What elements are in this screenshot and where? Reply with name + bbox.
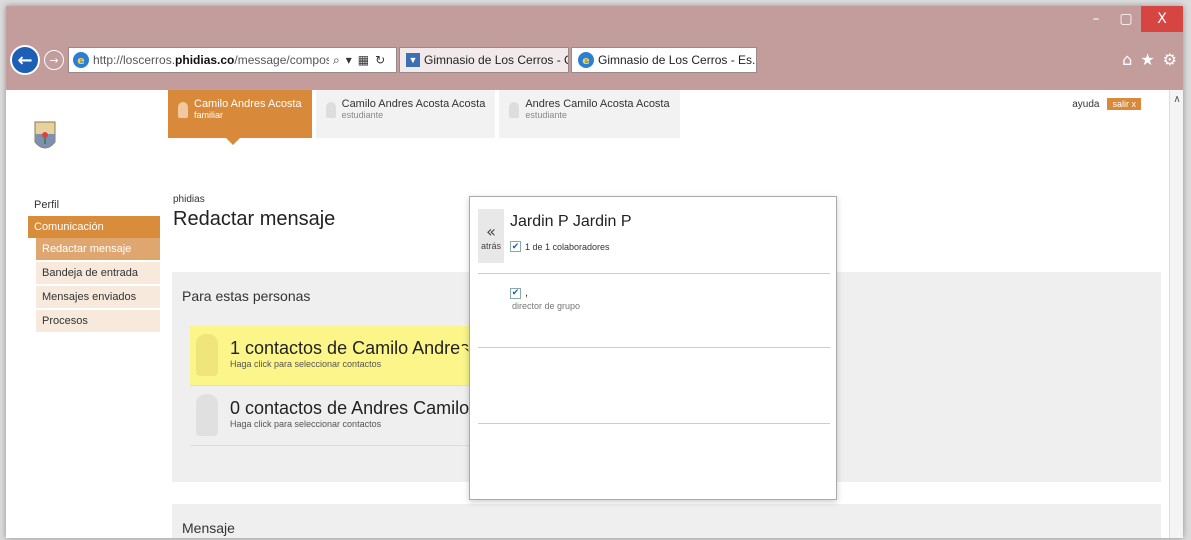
minimize-button[interactable]: –: [1081, 6, 1111, 32]
scroll-up-icon[interactable]: ∧: [1170, 90, 1183, 108]
tab-label: Gimnasio de Los Cerros - Cole...: [424, 53, 568, 67]
user-name: Andres Camilo Acosta Acosta: [525, 98, 670, 110]
recipients-label: Para estas personas: [182, 288, 311, 304]
divider: [478, 273, 830, 274]
vertical-scrollbar[interactable]: ∧: [1169, 90, 1183, 538]
select-all-row: ✔ 1 de 1 colaboradores: [510, 241, 610, 252]
search-icon[interactable]: ⌕: [333, 53, 340, 68]
school-favicon-icon: ▼: [406, 53, 420, 67]
ie-favicon-icon: e: [578, 52, 594, 68]
back-label: atrás: [480, 240, 501, 251]
compat-view-icon[interactable]: ▦: [358, 53, 369, 68]
window-controls: – ▢ X: [1081, 6, 1183, 32]
logout-button[interactable]: salir x: [1107, 98, 1141, 110]
help-link[interactable]: ayuda: [1072, 99, 1099, 110]
back-button[interactable]: « atrás: [478, 209, 504, 263]
user-role: familiar: [194, 110, 224, 120]
sidebar-item-bandeja-de-entrada[interactable]: Bandeja de entrada: [36, 262, 160, 284]
page-title: Redactar mensaje: [173, 208, 336, 230]
sidebar-item-redactar-mensaje[interactable]: Redactar mensaje: [36, 238, 160, 260]
contact-group-camilo[interactable]: 1 contactos de Camilo Andres Haga click …: [190, 326, 480, 386]
message-section: Mensaje: [172, 504, 1161, 538]
member-item: ✔ , director de grupo: [510, 287, 580, 311]
refresh-icon[interactable]: ↻: [375, 53, 385, 68]
school-crest-icon: [34, 121, 56, 149]
tab-estudiante[interactable]: e Gimnasio de Los Cerros - Es... ✕: [571, 47, 757, 73]
contact-group-andres[interactable]: 0 contactos de Andres Camilo Haga click …: [190, 386, 480, 446]
person-silhouette-icon: [196, 334, 218, 376]
url-path: /message/compose?pers: [234, 53, 329, 67]
address-actions: ⌕ ▾ ▦ ↻: [333, 53, 385, 68]
contact-picker-popup: « atrás Jardin P Jardin P ✔ 1 de 1 colab…: [469, 196, 837, 500]
breadcrumb[interactable]: phidias: [173, 194, 205, 205]
back-arrow-icon[interactable]: ←: [10, 45, 40, 75]
url-domain: phidias.co: [175, 53, 235, 67]
user-tab-estudiante-1[interactable]: Camilo Andres Acosta Acosta estudiante: [315, 90, 496, 138]
user-tab-familiar[interactable]: Camilo Andres Acosta familiar: [168, 90, 312, 145]
forward-arrow-icon[interactable]: →: [44, 50, 64, 70]
sidebar-item-comunicacion[interactable]: Comunicación: [28, 216, 160, 238]
web-page: Perfil Comunicación Redactar mensaje Ban…: [6, 90, 1169, 538]
user-tab-estudiante-2[interactable]: Andres Camilo Acosta Acosta estudiante: [499, 90, 680, 138]
sidebar-item-procesos[interactable]: Procesos: [36, 310, 160, 332]
avatar: [178, 102, 188, 118]
contact-group-hint: Haga click para seleccionar contactos: [230, 419, 382, 429]
divider: [478, 423, 830, 424]
user-switcher: Camilo Andres Acosta familiar Camilo And…: [168, 90, 684, 145]
favorites-star-icon[interactable]: ★: [1140, 50, 1154, 69]
navigation-bar: ← → e http://loscerros.phidias.co/messag…: [6, 40, 1183, 90]
collaborator-count: 1 de 1 colaboradores: [525, 241, 610, 252]
contact-group-name: 1 contactos de Camilo Andres: [230, 338, 470, 358]
contact-group-hint: Haga click para seleccionar contactos: [230, 359, 382, 369]
member-name: ,: [525, 287, 529, 299]
maximize-button[interactable]: ▢: [1111, 6, 1141, 32]
sidebar-item-mensajes-enviados[interactable]: Mensajes enviados: [36, 286, 160, 308]
person-silhouette-icon: [196, 394, 218, 436]
message-label: Mensaje: [182, 520, 235, 536]
user-role: estudiante: [341, 110, 384, 120]
member-role: director de grupo: [512, 301, 581, 311]
browser-window: – ▢ X ← → e http://loscerros.phidias.co/…: [6, 6, 1183, 538]
sidebar: Perfil Comunicación Redactar mensaje Ban…: [28, 194, 160, 332]
url-prefix: http://loscerros.: [93, 53, 176, 67]
sidebar-item-perfil[interactable]: Perfil: [28, 194, 160, 216]
tab-label: Gimnasio de Los Cerros - Es...: [598, 53, 757, 67]
tab-colegio[interactable]: ▼ Gimnasio de Los Cerros - Cole...: [399, 47, 569, 73]
url-text[interactable]: http://loscerros.phidias.co/message/comp…: [93, 53, 329, 67]
select-all-checkbox[interactable]: ✔: [510, 241, 521, 252]
dropdown-icon[interactable]: ▾: [346, 53, 352, 68]
close-window-button[interactable]: X: [1141, 6, 1183, 32]
settings-gear-icon[interactable]: ⚙: [1163, 50, 1177, 69]
divider: [478, 347, 830, 348]
browser-toolbar-icons: ⌂ ★ ⚙: [1122, 50, 1177, 69]
user-name: Camilo Andres Acosta: [194, 98, 302, 110]
user-name: Camilo Andres Acosta Acosta: [341, 98, 486, 110]
user-role: estudiante: [525, 110, 567, 120]
home-icon[interactable]: ⌂: [1122, 50, 1132, 69]
member-checkbox[interactable]: ✔: [510, 287, 521, 299]
double-chevron-left-icon: «: [486, 221, 496, 241]
contact-group-name: 0 contactos de Andres Camilo: [230, 398, 470, 418]
avatar: [325, 102, 336, 118]
group-title: Jardin P Jardin P: [510, 213, 632, 230]
avatar: [509, 102, 520, 118]
ie-logo-icon: e: [73, 52, 89, 68]
address-bar[interactable]: e http://loscerros.phidias.co/message/co…: [68, 47, 397, 73]
top-right-links: ayuda salir x: [1072, 98, 1141, 110]
title-bar: – ▢ X: [6, 6, 1183, 40]
